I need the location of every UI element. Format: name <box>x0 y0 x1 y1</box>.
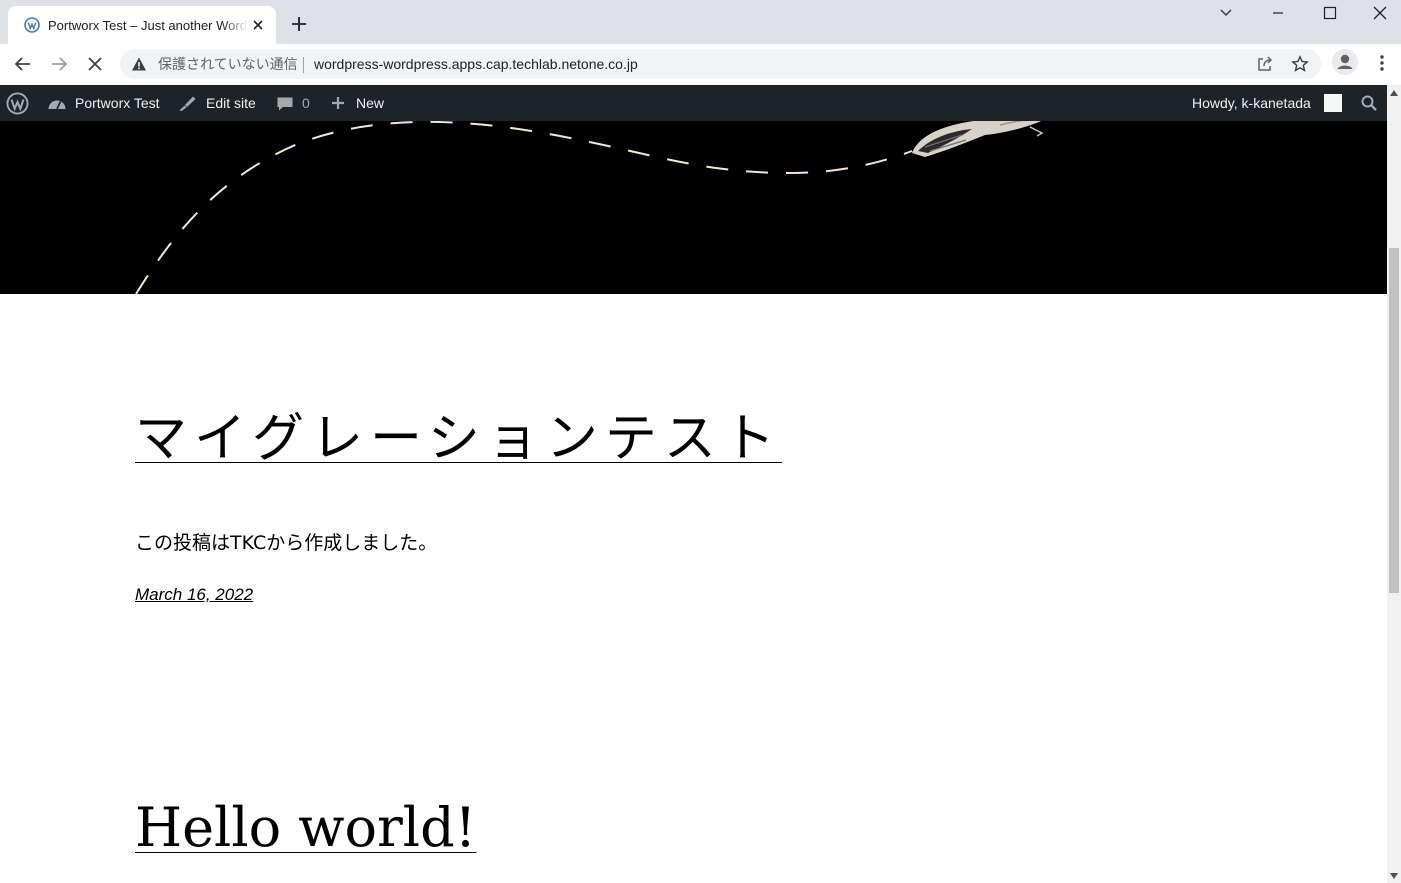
bird-icon <box>912 121 1044 157</box>
plus-icon <box>332 97 344 109</box>
close-window-icon[interactable] <box>1370 4 1390 22</box>
howdy-user-link[interactable]: Howdy, k-kanetada <box>1192 85 1311 121</box>
stop-icon[interactable] <box>84 53 106 75</box>
security-label[interactable]: 保護されていない通信 <box>158 55 298 73</box>
new-tab-icon[interactable] <box>290 15 308 33</box>
post-excerpt: この投稿はTKCから作成しました。 <box>135 532 438 554</box>
scroll-up-arrow-icon[interactable] <box>1390 90 1398 96</box>
tab-title-fade <box>222 14 248 36</box>
wp-admin-bar: Portworx Test Edit site 0 New Howdy, k-k… <box>0 85 1401 121</box>
wordpress-icon <box>24 17 40 33</box>
site-name-link[interactable]: Portworx Test <box>75 85 160 121</box>
post-title-link[interactable]: マイグレーションテスト <box>135 406 782 472</box>
forward-icon[interactable] <box>48 53 70 75</box>
address-bar[interactable]: 保護されていない通信 wordpress-wordpress.apps.cap.… <box>120 49 1321 79</box>
maximize-icon[interactable] <box>1320 4 1340 22</box>
avatar[interactable] <box>1324 94 1342 112</box>
post-date-link[interactable]: March 16, 2022 <box>135 584 253 606</box>
comment-icon <box>277 97 293 111</box>
dashboard-icon <box>48 100 66 110</box>
warning-icon[interactable] <box>131 56 147 72</box>
dashed-flight-path <box>135 121 1044 294</box>
star-icon[interactable] <box>1291 55 1309 73</box>
share-icon[interactable] <box>1256 55 1274 73</box>
browser-tab-strip: Portworx Test – Just another WordPress s… <box>0 0 1401 44</box>
page-scrollbar[interactable] <box>1387 85 1401 883</box>
header-image <box>0 121 1387 294</box>
wordpress-logo-icon[interactable] <box>6 92 29 115</box>
back-icon[interactable] <box>12 53 34 75</box>
new-content-link[interactable]: New <box>356 85 384 121</box>
search-icon[interactable] <box>1360 94 1378 112</box>
address-separator <box>303 57 304 73</box>
minimize-icon[interactable] <box>1268 4 1288 22</box>
browser-tab[interactable]: Portworx Test – Just another WordPress s… <box>8 6 276 44</box>
edit-site-link[interactable]: Edit site <box>206 85 256 121</box>
tab-title: Portworx Test – Just another WordPress s… <box>48 18 246 33</box>
scroll-thumb[interactable] <box>1389 248 1399 593</box>
browser-toolbar: 保護されていない通信 wordpress-wordpress.apps.cap.… <box>0 44 1401 85</box>
person-icon <box>1337 54 1353 69</box>
url-text[interactable]: wordpress-wordpress.apps.cap.techlab.net… <box>314 55 638 73</box>
scroll-down-arrow-icon[interactable] <box>1390 873 1398 879</box>
post-list: マイグレーションテスト この投稿はTKCから作成しました。 March 16, … <box>0 294 1387 883</box>
profile-icon[interactable] <box>1332 49 1358 75</box>
close-tab-icon[interactable] <box>251 18 265 32</box>
tab-search-icon[interactable] <box>1216 6 1236 20</box>
menu-icon[interactable] <box>1372 53 1392 73</box>
comments-count[interactable]: 0 <box>302 85 310 121</box>
edit-brush-icon <box>179 96 196 111</box>
post-title-link[interactable]: Hello world! <box>135 796 476 860</box>
